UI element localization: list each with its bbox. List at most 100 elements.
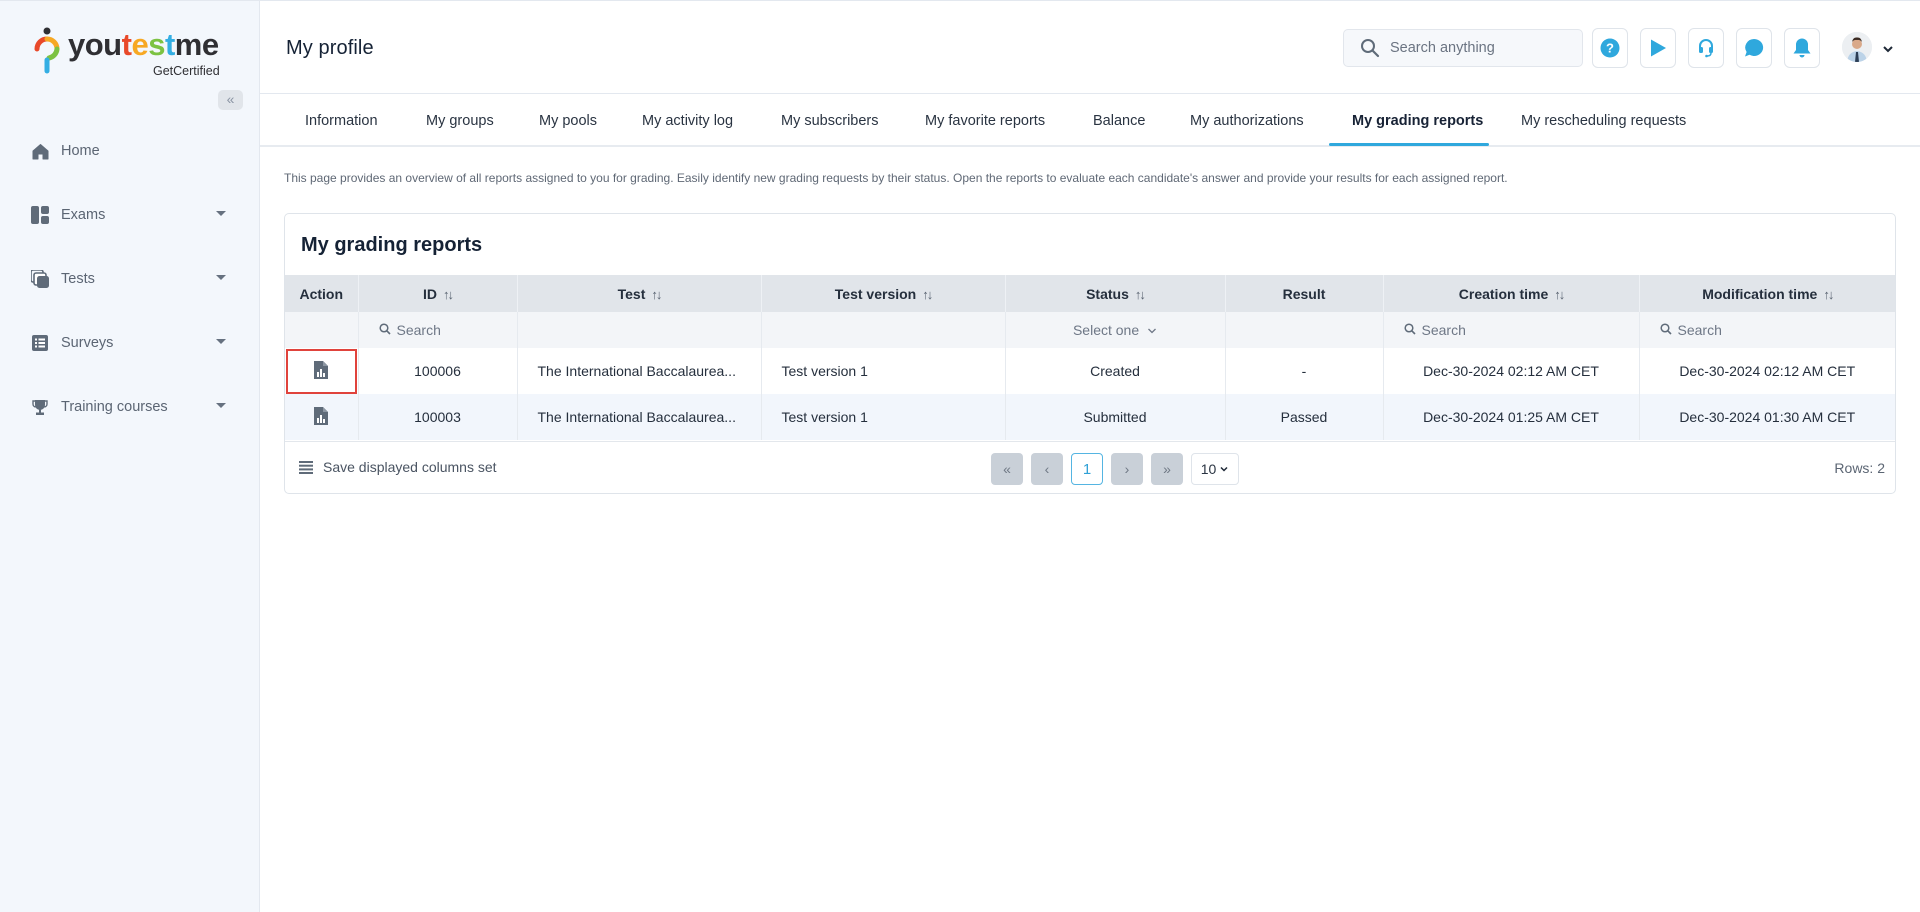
creation-time-filter-input[interactable]: Search [1383,312,1640,348]
cell-status: Submitted [1005,394,1226,440]
search-placeholder: Search anything [1390,40,1495,56]
chat-button[interactable] [1736,28,1772,68]
sidebar-item-training-courses[interactable]: Training courses [0,375,259,439]
column-header-status[interactable]: Status ↑↓ [1005,275,1226,312]
sidebar-item-label: Surveys [61,335,114,351]
sidebar-item-tests[interactable]: Tests [0,247,259,311]
page-number-button[interactable]: 1 [1071,453,1103,485]
column-header-id[interactable]: ID ↑↓ [358,275,518,312]
table-row[interactable]: 100006 The International Baccalaurea... … [285,348,1895,394]
sidebar-item-home[interactable]: Home [0,119,259,183]
sort-icon[interactable]: ↑↓ [922,287,933,302]
table-row[interactable]: 100003 The International Baccalaurea... … [285,394,1895,440]
logo-tagline: GetCertified [153,64,220,78]
sort-icon[interactable]: ↑↓ [651,287,662,302]
open-report-button[interactable] [285,394,359,440]
avatar-photo [1842,32,1872,62]
last-page-button[interactable]: » [1151,453,1183,485]
cell-test: The International Baccalaurea... [517,348,762,394]
tab-my-groups[interactable]: My groups [426,95,494,147]
grading-reports-card: My grading reports Action ID ↑↓ Test ↑↓ Te… [284,213,1896,494]
caret-down-icon [216,403,226,408]
page-title: My profile [286,37,374,59]
tab-balance[interactable]: Balance [1093,95,1145,147]
logo-mark-icon [34,27,60,74]
filter-cell-empty [761,312,1006,348]
dashboard-icon [31,206,49,224]
filter-cell-empty [285,312,359,348]
global-search-input[interactable]: Search anything [1343,29,1583,67]
chevron-right-icon: › [1124,461,1130,477]
tab-my-grading-reports[interactable]: My grading reports [1352,95,1483,147]
tab-my-rescheduling-requests[interactable]: My rescheduling requests [1521,95,1686,147]
notifications-button[interactable] [1784,28,1820,68]
help-button[interactable]: ? [1592,28,1628,68]
column-header-test-version[interactable]: Test version ↑↓ [761,275,1006,312]
open-report-button[interactable] [285,348,359,394]
cell-result: Passed [1225,394,1384,440]
svg-text:?: ? [1606,41,1614,56]
column-header-creation-time[interactable]: Creation time ↑↓ [1383,275,1640,312]
sort-icon[interactable]: ↑↓ [1823,287,1834,302]
cell-test: The International Baccalaurea... [517,394,762,440]
user-menu-chevron[interactable] [1882,41,1894,59]
search-icon [378,323,391,335]
sort-icon[interactable]: ↑↓ [443,287,454,302]
cell-test-version: Test version 1 [761,394,1006,440]
double-chevron-left-icon: « [1003,461,1011,477]
sidebar-item-label: Tests [61,271,95,287]
sidebar-item-label: Home [61,143,100,159]
support-button[interactable] [1688,28,1724,68]
filter-cell-empty [1225,312,1384,348]
chat-icon [1745,38,1764,57]
filter-cell-empty [517,312,762,348]
menu-lines-icon [299,461,313,474]
previous-page-button[interactable]: ‹ [1031,453,1063,485]
next-page-button[interactable]: › [1111,453,1143,485]
chevron-down-icon [1220,466,1228,472]
tab-my-activity-log[interactable]: My activity log [642,95,733,147]
caret-down-icon [216,211,226,216]
tab-my-authorizations[interactable]: My authorizations [1190,95,1304,147]
sidebar-nav: Home Exams Tests Surveys Training course… [0,119,259,439]
status-filter-select[interactable]: Select one [1005,312,1226,348]
first-page-button[interactable]: « [991,453,1023,485]
sort-icon[interactable]: ↑↓ [1554,287,1565,302]
sidebar-item-label: Training courses [61,399,168,415]
collapse-sidebar-button[interactable]: « [218,90,243,110]
header-row: Action ID ↑↓ Test ↑↓ Test version ↑↓ Status… [285,275,1895,312]
sidebar-item-surveys[interactable]: Surveys [0,311,259,375]
column-header-action: Action [285,275,359,312]
column-header-modification-time[interactable]: Modification time ↑↓ [1639,275,1895,312]
modification-time-filter-input[interactable]: Search [1639,312,1895,348]
logo-wordmark: youtestme [68,27,219,62]
search-icon [1659,323,1672,335]
cell-creation-time: Dec-30-2024 02:12 AM CET [1383,348,1640,394]
cell-id: 100003 [358,394,518,440]
tab-my-pools[interactable]: My pools [539,95,597,147]
help-icon: ? [1600,38,1620,58]
card-title: My grading reports [301,234,483,256]
cell-modification-time: Dec-30-2024 02:12 AM CET [1679,363,1856,379]
column-header-result: Result [1225,275,1384,312]
sidebar-item-exams[interactable]: Exams [0,183,259,247]
sort-icon[interactable]: ↑↓ [1135,287,1146,302]
trophy-icon [31,398,49,416]
top-header: My profile Search anything ? [260,0,1920,94]
column-header-test[interactable]: Test ↑↓ [517,275,762,312]
user-avatar[interactable] [1842,32,1872,62]
caret-down-icon [216,339,226,344]
sidebar: youtestme GetCertified « Home Exams Test… [0,0,260,912]
tab-my-favorite-reports[interactable]: My favorite reports [925,95,1045,147]
logo[interactable]: youtestme GetCertified [34,27,234,83]
double-chevron-left-icon: « [226,91,235,107]
id-filter-input[interactable]: Search [358,312,518,348]
tab-my-subscribers[interactable]: My subscribers [781,95,879,147]
save-columns-button[interactable]: Save displayed columns set [299,459,497,475]
tab-information[interactable]: Information [305,95,378,147]
cell-status: Created [1005,348,1226,394]
play-button[interactable] [1640,28,1676,68]
cell-modification-time: Dec-30-2024 01:30 AM CET [1639,394,1895,440]
page-size-select[interactable]: 10 [1191,453,1239,485]
chevron-left-icon: ‹ [1044,461,1050,477]
